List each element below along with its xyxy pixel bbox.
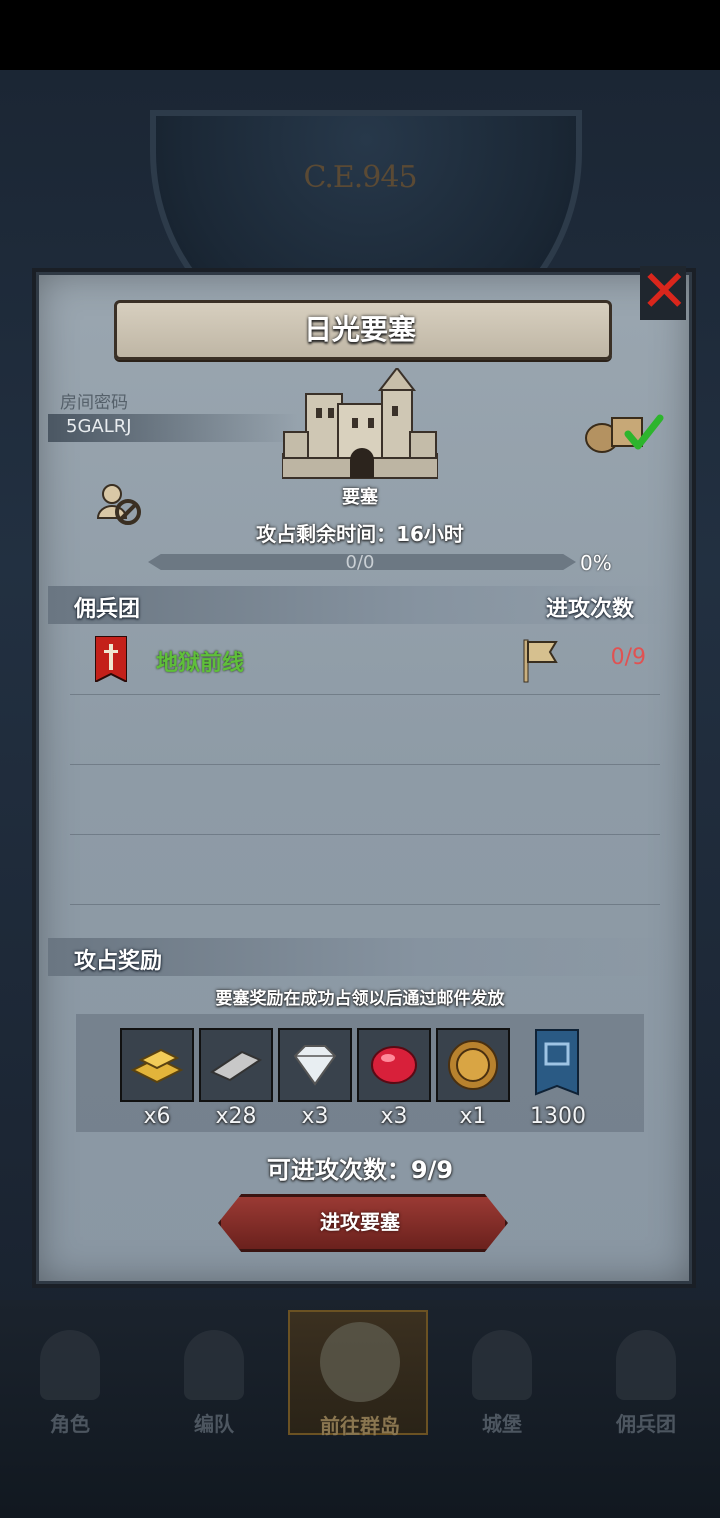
row-divider — [70, 764, 660, 765]
tab-character[interactable]: 角色 — [0, 1310, 140, 1436]
diamond-icon — [278, 1028, 352, 1102]
ship-icon — [616, 1330, 676, 1400]
silver-ingot-icon — [199, 1028, 273, 1102]
reward-item-ruby[interactable] — [357, 1028, 431, 1102]
reward-qty: x3 — [301, 1104, 329, 1129]
reward-qty: x3 — [380, 1104, 408, 1129]
tab-islands[interactable]: 前往群岛 — [288, 1310, 428, 1438]
reward-item-helmet-coin[interactable] — [436, 1028, 510, 1102]
attack-count-header: 进攻次数 — [546, 597, 635, 622]
helmet-coin-icon — [436, 1028, 510, 1102]
helmet-icon — [184, 1330, 244, 1400]
reward-qty: x28 — [215, 1104, 257, 1129]
room-code[interactable]: 5GALRJ — [66, 416, 132, 437]
reward-item-gold[interactable] — [120, 1028, 194, 1102]
castle-icon — [472, 1330, 532, 1400]
no-user-icon[interactable] — [96, 482, 142, 526]
guild-name: 地狱前线 — [156, 651, 245, 676]
row-divider — [70, 694, 660, 695]
dialog-title: 日光要塞 — [303, 313, 416, 346]
reward-note: 要塞奖励在成功占领以后通过邮件发放 — [215, 989, 505, 1009]
reward-item-silver[interactable] — [199, 1028, 273, 1102]
row-divider — [70, 834, 660, 835]
capture-progress-text: 0/0 — [345, 552, 375, 573]
reward-item-fortress-points[interactable] — [520, 1028, 594, 1102]
guild-attack-count: 0/9 — [610, 645, 646, 670]
close-button[interactable]: ✕ — [640, 262, 689, 320]
tab-castle[interactable]: 城堡 — [432, 1310, 572, 1436]
room-code-label: 房间密码 — [60, 393, 128, 413]
guild-section-title: 佣兵团 — [74, 597, 141, 622]
tab-label: 角色 — [50, 1412, 90, 1436]
tab-mercenary[interactable]: 佣兵团 — [576, 1310, 716, 1436]
tab-label: 佣兵团 — [616, 1412, 676, 1436]
attack-fortress-label[interactable]: 进攻要塞 — [218, 1206, 502, 1235]
reward-qty: 1300 — [530, 1104, 586, 1129]
close-icon: ✕ — [640, 257, 689, 325]
capture-time-left: 攻占剩余时间：16小时 — [256, 522, 464, 546]
tab-label: 前往群岛 — [320, 1414, 400, 1438]
flag-icon — [523, 639, 558, 683]
reward-qty: x6 — [143, 1104, 171, 1129]
building-label: 要塞 — [342, 487, 378, 508]
capture-progress-percent: 0% — [580, 551, 612, 575]
gold-bars-icon — [120, 1028, 194, 1102]
loot-claimed-icon[interactable] — [584, 408, 664, 454]
reward-item-diamond[interactable] — [278, 1028, 352, 1102]
reward-section-title: 攻占奖励 — [74, 949, 163, 974]
knight-icon — [40, 1330, 100, 1400]
tab-label: 城堡 — [482, 1412, 522, 1436]
reward-qty: x1 — [459, 1104, 487, 1129]
guild-banner-icon — [95, 636, 127, 682]
fortress-banner-icon — [535, 1029, 579, 1096]
clock-year: C.E.945 — [303, 160, 417, 195]
tab-label: 编队 — [194, 1412, 234, 1436]
remaining-attempts: 可进攻次数：9/9 — [266, 1156, 454, 1184]
tab-formation[interactable]: 编队 — [144, 1310, 284, 1436]
island-map-icon — [320, 1322, 400, 1402]
status-bar — [0, 0, 720, 70]
ruby-icon — [357, 1028, 431, 1102]
row-divider — [70, 904, 660, 905]
fortress-icon — [282, 368, 438, 479]
